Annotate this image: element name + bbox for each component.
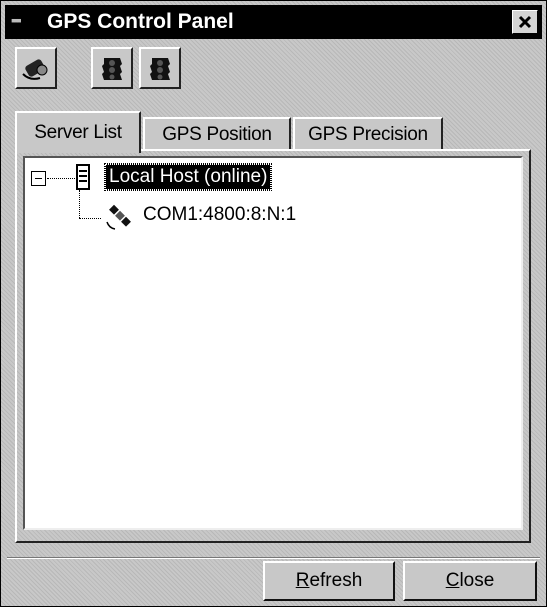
collapse-toggle[interactable] bbox=[31, 171, 46, 186]
close-window-button[interactable] bbox=[512, 10, 538, 34]
refresh-label: efresh bbox=[309, 570, 363, 591]
stop-light-button-2[interactable] bbox=[139, 47, 181, 89]
gps-control-panel-window: ▪▪▪ GPS Control Panel Server List GPS Po… bbox=[0, 0, 547, 607]
toolbar bbox=[15, 47, 535, 95]
close-mnemonic: C bbox=[445, 570, 460, 591]
satellite-connect-icon bbox=[22, 59, 48, 80]
window-title: GPS Control Panel bbox=[47, 10, 234, 33]
tab-strip: Server List GPS Position GPS Precision bbox=[15, 111, 535, 153]
stop-light-button-1[interactable] bbox=[91, 47, 133, 89]
tab-gps-position[interactable]: GPS Position bbox=[143, 117, 291, 151]
tree-connector bbox=[79, 190, 80, 218]
tree-connector bbox=[79, 218, 101, 219]
tree-connector bbox=[47, 178, 75, 179]
title-bar[interactable]: ▪▪▪ GPS Control Panel bbox=[5, 5, 542, 39]
traffic-light-icon bbox=[150, 58, 170, 80]
server-tree[interactable]: Local Host (online) COM1:4800:8:N:1 bbox=[23, 156, 523, 530]
connect-satellite-button[interactable] bbox=[15, 47, 57, 89]
tree-node-local-host[interactable]: Local Host (online) bbox=[103, 163, 273, 191]
close-button[interactable]: Close bbox=[403, 561, 537, 601]
satellite-icon bbox=[106, 204, 131, 230]
close-icon bbox=[518, 15, 532, 29]
close-label: lose bbox=[459, 570, 495, 591]
button-divider bbox=[7, 557, 540, 559]
tree-node-com-port[interactable]: COM1:4800:8:N:1 bbox=[143, 204, 296, 226]
refresh-button[interactable]: Refresh bbox=[263, 561, 395, 601]
server-icon bbox=[76, 164, 90, 190]
traffic-light-icon bbox=[102, 58, 122, 80]
tab-gps-precision[interactable]: GPS Precision bbox=[293, 117, 443, 151]
tab-server-list[interactable]: Server List bbox=[15, 111, 141, 153]
refresh-mnemonic: R bbox=[295, 570, 310, 591]
app-icon: ▪▪▪ bbox=[11, 12, 22, 28]
